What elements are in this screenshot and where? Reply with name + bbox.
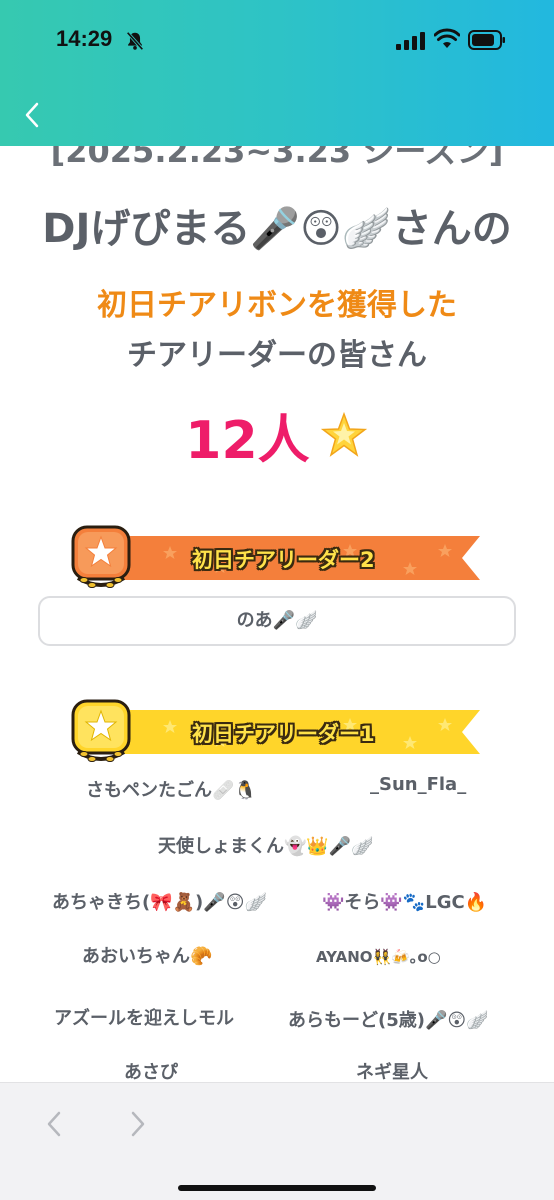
tier1-member[interactable]: アズールを迎えしモル — [54, 1004, 234, 1030]
tier1-member[interactable]: あらもーど(5歳)🎤😲🪽 — [288, 1006, 489, 1032]
tier1-member[interactable]: あちゃきち(🎀🧸)🎤😲🪽 — [52, 888, 267, 914]
tier1-member[interactable]: さもペンたごん🩹🐧 — [86, 776, 257, 802]
tier1-member[interactable]: 👾そら👾🐾LGC🔥 — [322, 888, 487, 914]
tier1-member[interactable]: あおいちゃん🥐 — [82, 942, 212, 968]
status-time: 14:29 — [56, 26, 113, 51]
dj-title: DJげぴまる🎤😲🪽さんの — [42, 206, 512, 252]
ribbon-subtitle: 初日チアリボンを獲得した — [97, 288, 457, 323]
yellow-star-badge-icon — [71, 699, 131, 762]
chevron-right-icon[interactable] — [128, 1109, 148, 1139]
count-row: 12人 — [0, 398, 554, 473]
wifi-icon — [434, 28, 460, 48]
tier1-member[interactable]: ネギ星人 — [356, 1058, 428, 1082]
tier1-member[interactable]: _Sun_Fla_ — [370, 774, 466, 795]
cellular-signal-icon — [396, 32, 425, 50]
season-heading: [2025.2.23~3.23 シーズン] — [50, 146, 504, 170]
tier2-banner: 初日チアリーダー2 — [70, 524, 480, 592]
tier2-label: 初日チアリーダー2 — [192, 548, 375, 572]
bell-muted-icon — [126, 31, 144, 51]
chevron-left-icon[interactable] — [44, 1109, 64, 1139]
app-header: 14:29 — [0, 0, 554, 146]
tier1-label: 初日チアリーダー1 — [192, 722, 375, 746]
browser-toolbar — [0, 1082, 554, 1200]
orange-star-badge-icon — [71, 525, 131, 588]
tier1-member[interactable]: あさぴ — [124, 1058, 178, 1082]
tier1-member[interactable]: 天使しょまくん👻👑🎤🪽 — [158, 832, 374, 858]
tier1-banner: 初日チアリーダー1 — [70, 698, 480, 766]
member-count: 12人 — [185, 411, 310, 471]
home-indicator[interactable] — [178, 1185, 376, 1191]
tier1-member[interactable]: AYANO👯‍♀️🍻｡o○ — [316, 946, 441, 967]
main-content[interactable]: [2025.2.23~3.23 シーズン] DJげぴまる🎤😲🪽さんの 初日チアリ… — [0, 146, 554, 1082]
members-subtitle: チアリーダーの皆さん — [127, 338, 427, 373]
glowing-star-icon — [320, 411, 367, 457]
tier2-member[interactable]: のあ🎤🪽 — [38, 596, 516, 646]
chevron-left-icon[interactable] — [22, 100, 42, 130]
battery-icon — [468, 30, 505, 50]
